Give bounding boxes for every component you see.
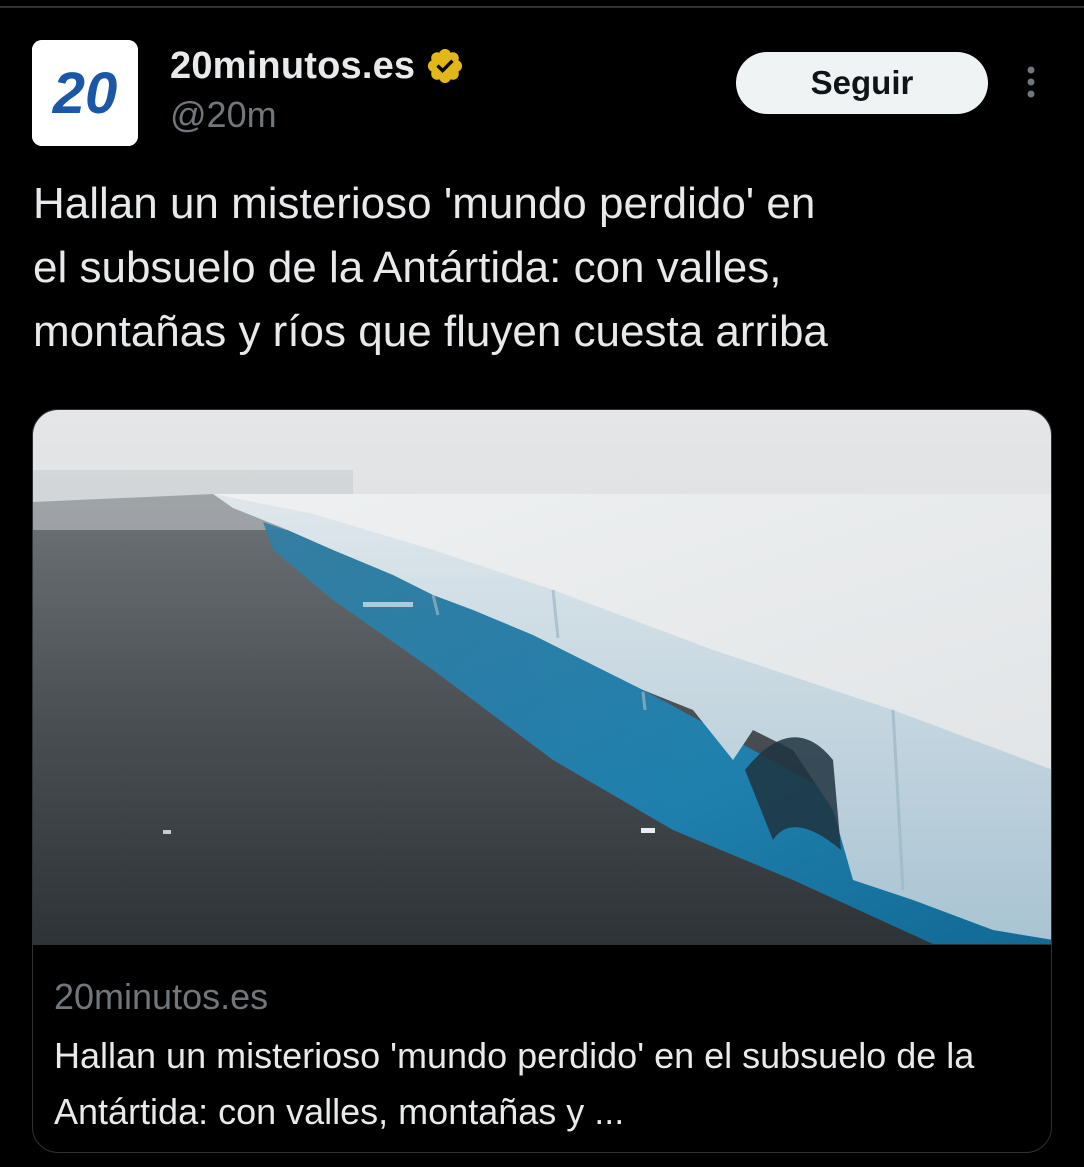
antarctic-ice-shelf-photo (33, 410, 1051, 944)
top-divider (0, 6, 1084, 8)
more-vertical-icon[interactable] (1016, 62, 1046, 102)
handle[interactable]: @20m (170, 94, 690, 136)
svg-text:20: 20 (52, 61, 118, 126)
display-name[interactable]: 20minutos.es (170, 45, 415, 88)
20minutos-logo: 20 (32, 40, 138, 146)
display-name-row: 20minutos.es (170, 42, 690, 90)
avatar[interactable]: 20 (32, 40, 138, 146)
card-title: Hallan un misterioso 'mundo perdido' en … (54, 1035, 975, 1132)
card-image[interactable] (33, 410, 1051, 944)
account-info: 20minutos.es @20m (170, 42, 690, 136)
link-card[interactable]: 20minutos.es Hallan un misterioso 'mundo… (32, 409, 1052, 1153)
verified-gold-badge-icon (425, 46, 465, 86)
follow-button[interactable]: Seguir (736, 52, 988, 114)
card-divider (33, 944, 1051, 945)
tweet-text: Hallan un misterioso 'mundo perdido' en … (33, 179, 828, 356)
card-domain: 20minutos.es (54, 976, 269, 1017)
